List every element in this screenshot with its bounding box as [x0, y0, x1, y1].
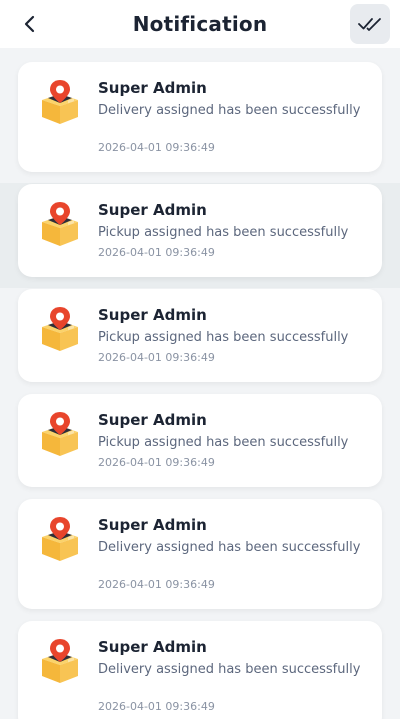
package-location-icon	[42, 307, 78, 351]
notification-card[interactable]: Super Admin Pickup assigned has been succ…	[18, 184, 382, 277]
package-location-icon	[42, 202, 78, 246]
notification-message: Pickup assigned has been successfully	[98, 330, 349, 345]
package-location-icon	[42, 639, 78, 683]
package-location-icon	[42, 412, 78, 456]
notification-card[interactable]: Super Admin Pickup assigned has been succ…	[18, 394, 382, 487]
notification-sender: Super Admin	[98, 79, 207, 97]
notification-timestamp: 2026-04-01 09:36:49	[98, 351, 215, 364]
notification-card[interactable]: Super Admin Delivery assigned has been su…	[18, 499, 382, 609]
notification-message: Delivery assigned has been successfully	[98, 662, 361, 677]
notification-sender: Super Admin	[98, 516, 207, 534]
notification-sender: Super Admin	[98, 306, 207, 324]
mark-all-read-button[interactable]	[350, 4, 390, 44]
page-title: Notification	[132, 12, 268, 36]
package-location-icon	[42, 80, 78, 124]
notification-message: Delivery assigned has been successfully	[98, 103, 361, 118]
notification-timestamp: 2026-04-01 09:36:49	[98, 246, 215, 259]
notification-timestamp: 2026-04-01 09:36:49	[98, 141, 215, 154]
notification-timestamp: 2026-04-01 09:36:49	[98, 456, 215, 469]
notification-sender: Super Admin	[98, 201, 207, 219]
notification-message: Pickup assigned has been successfully	[98, 435, 349, 450]
app-header: Notification	[0, 0, 400, 48]
notification-card[interactable]: Super Admin Delivery assigned has been su…	[18, 62, 382, 172]
notification-timestamp: 2026-04-01 09:36:49	[98, 578, 215, 591]
chevron-left-icon	[24, 15, 35, 33]
notification-sender: Super Admin	[98, 411, 207, 429]
notification-sender: Super Admin	[98, 638, 207, 656]
notification-card[interactable]: Super Admin Pickup assigned has been succ…	[18, 289, 382, 382]
notification-timestamp: 2026-04-01 09:36:49	[98, 700, 215, 713]
package-location-icon	[42, 517, 78, 561]
double-check-icon	[358, 18, 381, 31]
notification-card[interactable]: Super Admin Delivery assigned has been su…	[18, 621, 382, 719]
notification-message: Pickup assigned has been successfully	[98, 225, 349, 240]
notification-message: Delivery assigned has been successfully	[98, 540, 361, 555]
back-button[interactable]	[16, 10, 44, 38]
